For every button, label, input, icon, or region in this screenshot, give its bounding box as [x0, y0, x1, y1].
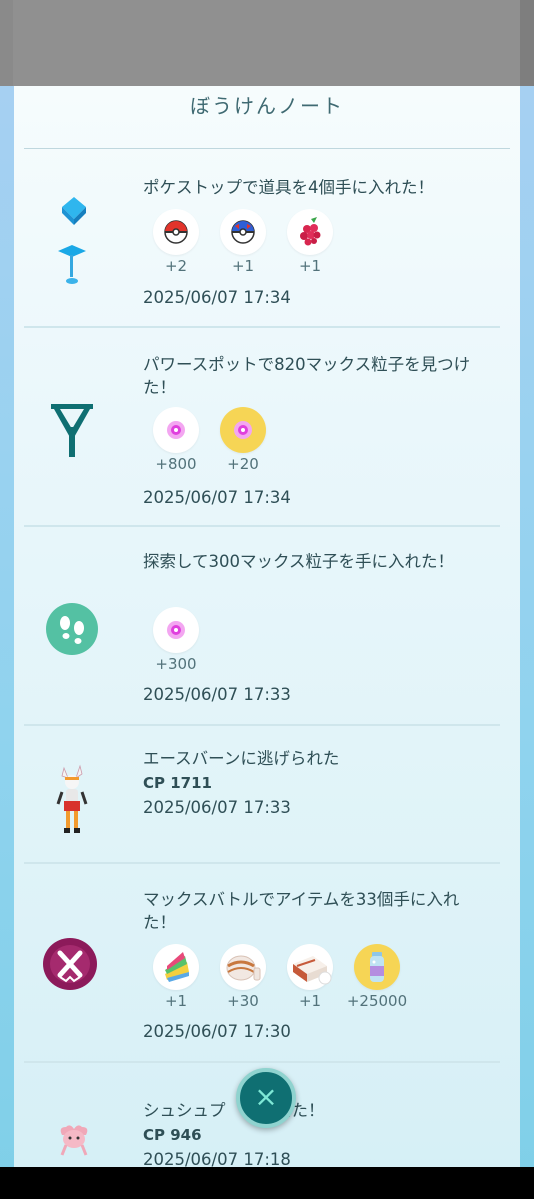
navigation-bar — [0, 1167, 534, 1199]
max-particle-icon — [167, 621, 185, 639]
reward-circle — [354, 944, 400, 990]
page-title: ぼうけんノート — [190, 94, 344, 118]
combat-power: CP 946 — [143, 1126, 202, 1144]
journal-entry[interactable]: マックスバトルでアイテムを33個手に入れた！ +1 +30 +1 +25000 … — [14, 864, 520, 1061]
reward-count: +1 — [164, 992, 188, 1010]
candy-xl-icon — [293, 956, 332, 985]
overlay-edge-right — [520, 0, 534, 86]
reward-item: +800 — [152, 407, 200, 477]
reward-item: +1 — [219, 209, 267, 279]
entry-text: 探索して300マックス粒子を手に入れた！ — [143, 552, 455, 571]
reward-count: +2 — [164, 257, 188, 275]
spritzee-icon — [60, 1125, 88, 1156]
entry-text: パワースポットで820マックス粒子を見つけた！ — [143, 355, 471, 397]
entry-date: 2025/06/07 17:33 — [143, 685, 291, 704]
reward-item: +30 — [219, 944, 267, 1014]
entry-text: エースバーンに逃げられた — [143, 749, 340, 768]
reward-count: +1 — [298, 992, 322, 1010]
close-icon: × — [254, 1080, 278, 1113]
journal-entry[interactable]: パワースポットで820マックス粒子を見つけた！ +800 +20 2025/06… — [14, 328, 520, 525]
power-spot-icon — [51, 404, 93, 457]
reward-circle — [287, 944, 333, 990]
reward-item: +1 — [286, 209, 334, 279]
reward-circle — [220, 944, 266, 990]
footprints-icon — [46, 603, 98, 655]
reward-item: +1 — [152, 944, 200, 1014]
journal-entry[interactable]: エースバーンに逃げられた CP 1711 2025/06/07 17:33 — [14, 726, 520, 862]
journal-entry[interactable]: 探索して300マックス粒子を手に入れた！ +300 2025/06/07 17:… — [14, 527, 520, 724]
entry-date: 2025/06/07 17:34 — [143, 288, 291, 307]
cinderace-icon — [56, 764, 88, 833]
reward-circle — [220, 209, 266, 255]
pokestop-icon — [58, 197, 86, 284]
reward-item: +1 — [286, 944, 334, 1014]
reward-count: +30 — [227, 992, 259, 1010]
reward-circle — [153, 944, 199, 990]
background-left — [0, 86, 14, 1199]
reward-circle — [153, 209, 199, 255]
reward-count: +20 — [227, 455, 259, 473]
reward-circle — [153, 407, 199, 453]
overlay-edge-left — [0, 0, 13, 86]
journal-panel[interactable]: ぼうけんノート ポケストップで道具を4個手に入れた！ +2 +1 +1 2025… — [14, 86, 520, 1199]
razz-berry-icon — [300, 217, 321, 246]
rare-candy-icon — [165, 952, 189, 982]
poke-ball-icon — [164, 220, 188, 244]
reward-item: +25000 — [347, 944, 407, 1014]
entry-text: マックスバトルでアイテムを33個手に入れた！ — [143, 890, 460, 932]
combat-power: CP 1711 — [143, 774, 212, 792]
reward-circle — [220, 407, 266, 453]
entry-text: ポケストップで道具を4個手に入れた！ — [143, 178, 434, 197]
reward-count: +300 — [155, 655, 197, 673]
reward-circle — [287, 209, 333, 255]
great-ball-icon — [231, 220, 255, 244]
max-particle-icon — [167, 421, 185, 439]
reward-item: +20 — [219, 407, 267, 477]
entry-text: シュシュプ えた！ — [143, 1101, 325, 1120]
close-button[interactable]: × — [236, 1068, 296, 1128]
reward-item: +300 — [152, 607, 200, 677]
status-overlay — [0, 0, 534, 86]
stardust-icon — [370, 952, 384, 982]
max-battle-icon — [43, 938, 97, 990]
max-particle-bonus-icon — [234, 421, 252, 439]
max-mushroom-icon — [226, 955, 261, 981]
entry-date: 2025/06/07 17:33 — [143, 798, 291, 817]
entry-date: 2025/06/07 17:34 — [143, 488, 291, 507]
background-right — [520, 86, 534, 1199]
reward-count: +1 — [298, 257, 322, 275]
reward-item: +2 — [152, 209, 200, 279]
reward-circle — [153, 607, 199, 653]
entry-date: 2025/06/07 17:30 — [143, 1022, 291, 1041]
reward-count: +1 — [231, 257, 255, 275]
journal-entry[interactable]: ポケストップで道具を4個手に入れた！ +2 +1 +1 2025/06/07 1… — [14, 149, 520, 326]
reward-count: +25000 — [346, 992, 408, 1010]
reward-count: +800 — [155, 455, 197, 473]
